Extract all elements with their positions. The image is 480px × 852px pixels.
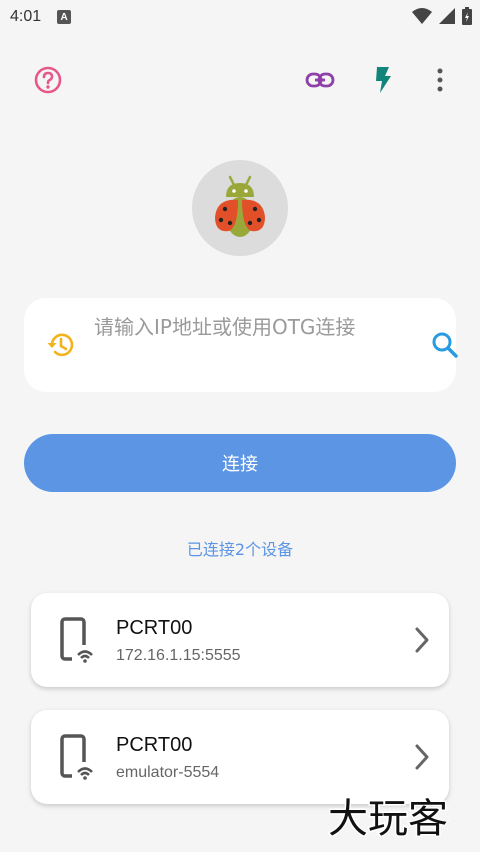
status-time: 4:01 [10, 8, 42, 25]
chevron-right-icon[interactable] [412, 626, 432, 654]
notification-badge: A [57, 10, 72, 24]
wifi-icon [412, 8, 432, 24]
toolbar [0, 56, 480, 104]
history-icon[interactable] [46, 331, 74, 359]
device-name: PCRT00 [116, 617, 193, 639]
ip-address-input[interactable] [94, 310, 394, 380]
chevron-right-icon[interactable] [412, 743, 432, 771]
watermark-logo: 大玩客 [327, 795, 450, 843]
signal-icon [439, 8, 455, 24]
address-search-card [24, 298, 458, 392]
device-name: PCRT00 [116, 734, 193, 756]
more-vert-icon[interactable] [424, 64, 456, 96]
wireless-phone-icon [60, 734, 96, 780]
app-logo [192, 160, 288, 256]
help-icon[interactable] [32, 64, 64, 96]
connected-devices-count: 已连接2个设备 [186, 540, 294, 559]
device-address: emulator-5554 [116, 764, 220, 781]
device-card[interactable]: PCRT00 172.16.1.15:5555 [31, 593, 449, 687]
ladybug-android-icon [215, 175, 265, 237]
device-address: 172.16.1.15:5555 [116, 647, 241, 664]
status-icons [412, 7, 472, 25]
watermark-text: 大玩客 [328, 796, 448, 842]
battery-icon [462, 7, 472, 25]
flash-icon[interactable] [367, 64, 399, 96]
link-icon[interactable] [304, 64, 336, 96]
status-bar: 4:01 A [0, 0, 480, 34]
wireless-phone-icon [60, 617, 96, 663]
device-card[interactable]: PCRT00 emulator-5554 [31, 710, 449, 804]
connect-button[interactable]: 连接 [24, 434, 456, 492]
search-icon[interactable] [428, 328, 462, 362]
